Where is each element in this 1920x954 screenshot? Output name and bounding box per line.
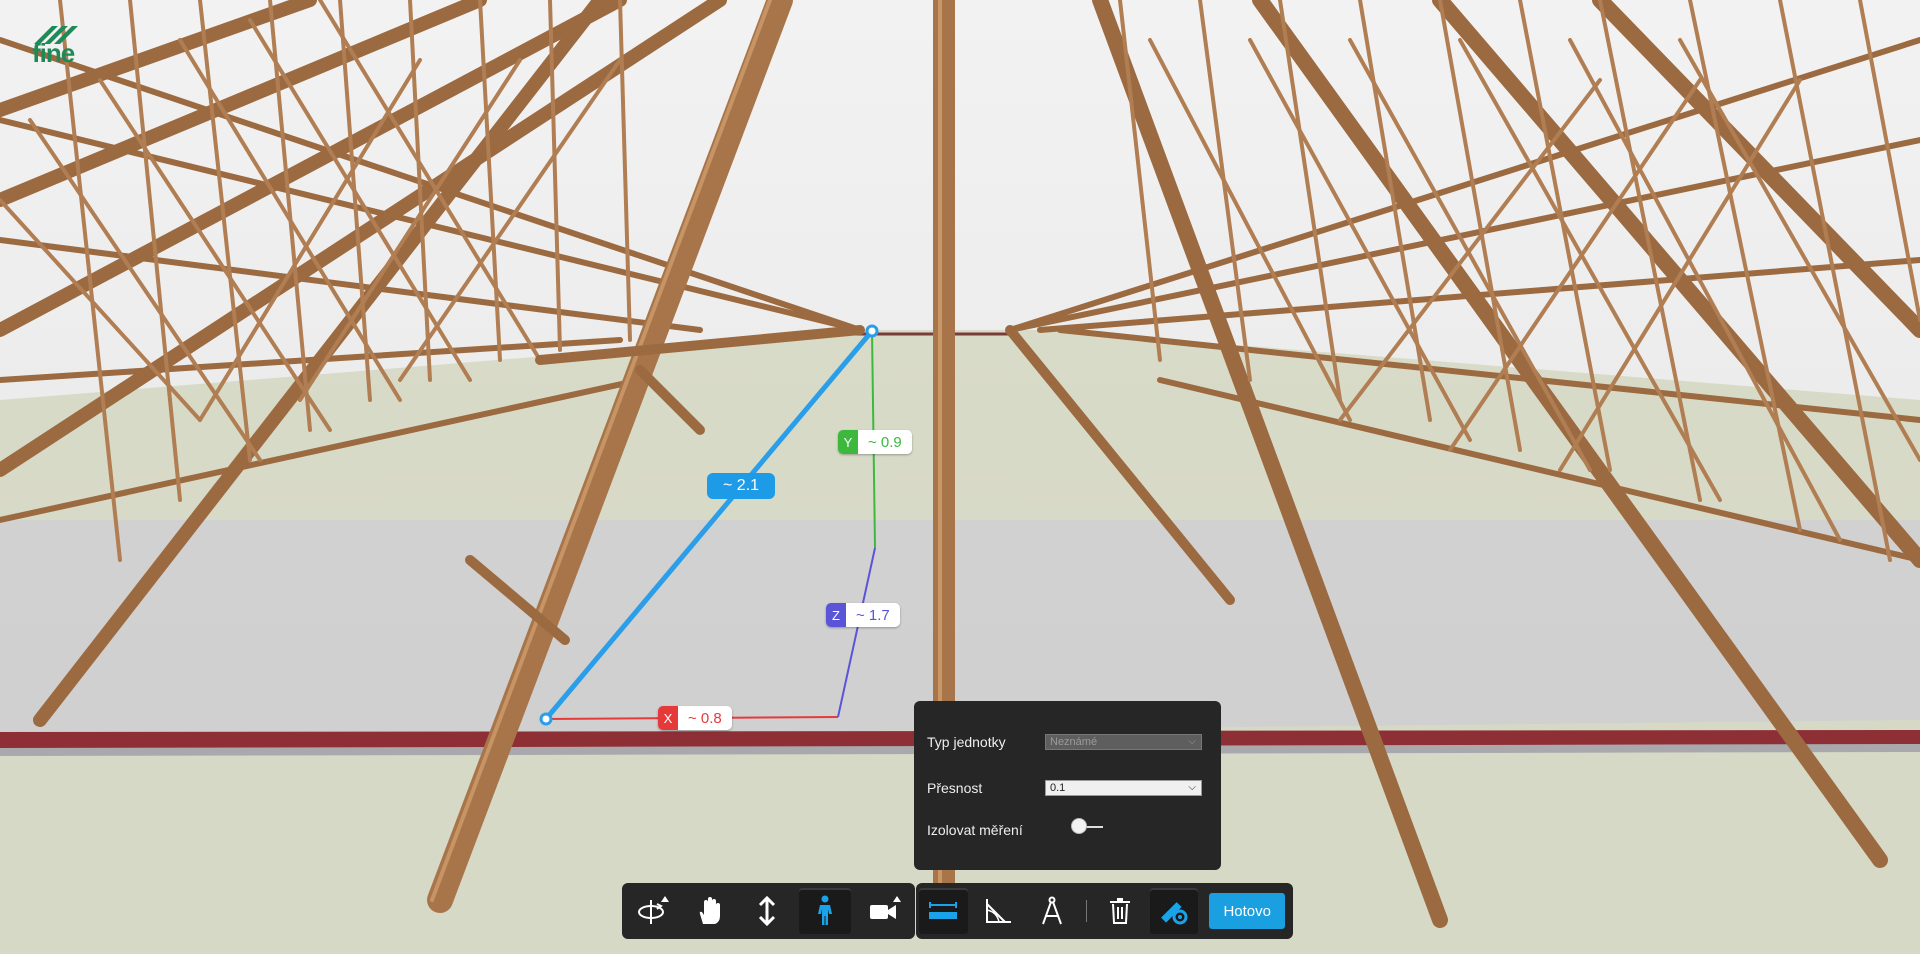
pan-hand-icon — [699, 897, 720, 924]
toggle-knob — [1071, 818, 1087, 834]
distance-ruler-icon — [929, 902, 958, 919]
navigation-toolbar — [622, 883, 915, 939]
area-compass-icon — [1042, 896, 1063, 925]
y-distance-label: Y ~ 0.9 — [838, 430, 912, 454]
submenu-indicator-icon — [893, 896, 901, 902]
angle-icon — [985, 899, 1011, 923]
total-distance-label: ~ 2.1 — [707, 473, 776, 499]
z-distance-value: ~ 1.7 — [846, 603, 900, 627]
measure-settings-panel: Typ jednotky Neznámé ⌵ Přesnost 0.1 ⌵ Iz… — [914, 701, 1221, 870]
unit-type-row: Typ jednotky — [927, 734, 1006, 750]
camera-button[interactable] — [857, 888, 909, 934]
pan-button[interactable] — [683, 888, 735, 934]
updown-arrow-icon — [758, 896, 776, 926]
isolate-toggle[interactable] — [1071, 818, 1105, 836]
trash-icon — [1109, 898, 1130, 924]
chevron-down-icon: ⌵ — [1188, 736, 1196, 747]
unit-type-select[interactable]: Neznámé ⌵ — [1045, 734, 1202, 750]
precision-label: Přesnost — [927, 780, 983, 796]
angle-button[interactable] — [974, 888, 1023, 934]
x-axis-tag: X — [658, 706, 678, 730]
y-distance-value: ~ 0.9 — [858, 430, 912, 454]
area-button[interactable] — [1028, 888, 1077, 934]
total-distance-value: ~ 2.1 — [723, 477, 760, 494]
precision-value: 0.1 — [1050, 782, 1066, 794]
zoom-updown-button[interactable] — [741, 888, 793, 934]
unit-type-label: Typ jednotky — [927, 734, 1006, 750]
measure-toolbar: Hotovo — [916, 883, 1293, 939]
toolbar-divider — [1085, 900, 1087, 922]
distance-button[interactable] — [919, 888, 968, 934]
precision-row: Přesnost — [927, 780, 982, 796]
z-axis-tag: Z — [826, 603, 846, 627]
x-distance-label: X ~ 0.8 — [658, 706, 732, 730]
submenu-indicator-icon — [661, 896, 669, 902]
precision-select[interactable]: 0.1 ⌵ — [1045, 780, 1202, 796]
measure-start-point[interactable] — [539, 712, 553, 726]
delete-measurement-button[interactable] — [1095, 888, 1144, 934]
walk-button[interactable] — [799, 888, 851, 934]
z-distance-label: Z ~ 1.7 — [826, 603, 900, 627]
orbit-button[interactable] — [625, 888, 677, 934]
camera-icon — [870, 905, 896, 919]
measure-end-point[interactable] — [865, 324, 879, 338]
walk-person-icon — [818, 895, 832, 925]
isolate-row: Izolovat měření — [927, 822, 1023, 838]
done-button[interactable]: Hotovo — [1209, 893, 1285, 929]
unit-type-value: Neznámé — [1050, 736, 1098, 748]
logo-text: fine — [32, 38, 75, 68]
y-axis-tag: Y — [838, 430, 858, 454]
measure-settings-button[interactable] — [1149, 888, 1199, 934]
measure-settings-icon — [1161, 902, 1188, 925]
chevron-down-icon: ⌵ — [1188, 782, 1196, 793]
isolate-label: Izolovat měření — [927, 822, 1023, 838]
x-distance-value: ~ 0.8 — [678, 706, 732, 730]
